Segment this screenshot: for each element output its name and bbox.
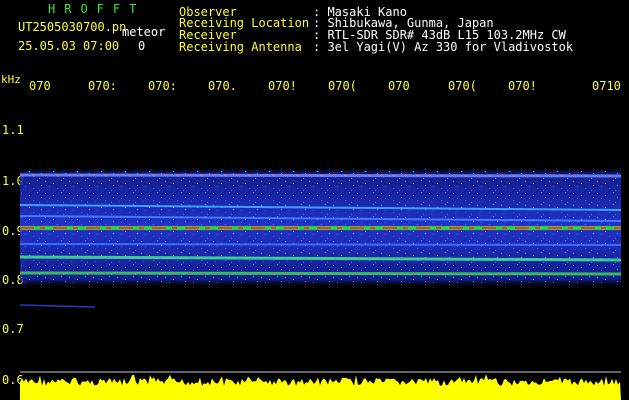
filename-label: UT2505030700.pn — [18, 20, 127, 34]
time-tick: 070: — [148, 79, 177, 93]
meteor-label: meteor — [122, 25, 166, 39]
hrofft-logo: HROFFT — [48, 2, 146, 16]
signal-line-7 — [20, 271, 621, 276]
spectrogram-plot — [20, 95, 621, 400]
freq-unit-label: kHz — [1, 73, 21, 86]
time-tick: 070( — [448, 79, 477, 93]
info-value-antenna: : 3el Yagi(V) Az 330 for Vladivostok — [313, 40, 574, 54]
time-tick: 0710 — [592, 79, 621, 93]
info-label-antenna: Receiving Antenna — [179, 40, 302, 54]
time-tick: 070! — [268, 79, 297, 93]
time-tick: 070: — [88, 79, 117, 93]
time-tick: 070 — [29, 79, 51, 93]
meteor-count: 0 — [138, 39, 146, 53]
hrofft-window: HROFFT UT2505030700.pn meteor 25.05.03 0… — [0, 0, 629, 400]
time-tick: 070 — [388, 79, 410, 93]
faint-streak — [20, 304, 96, 308]
date-time-label: 25.05.03 07:00 — [18, 39, 120, 53]
time-tick: 070( — [328, 79, 357, 93]
signal-line-5 — [20, 243, 621, 246]
amplitude-trace — [20, 374, 621, 400]
time-tick: 070. — [208, 79, 237, 93]
time-tick: 070! — [508, 79, 537, 93]
